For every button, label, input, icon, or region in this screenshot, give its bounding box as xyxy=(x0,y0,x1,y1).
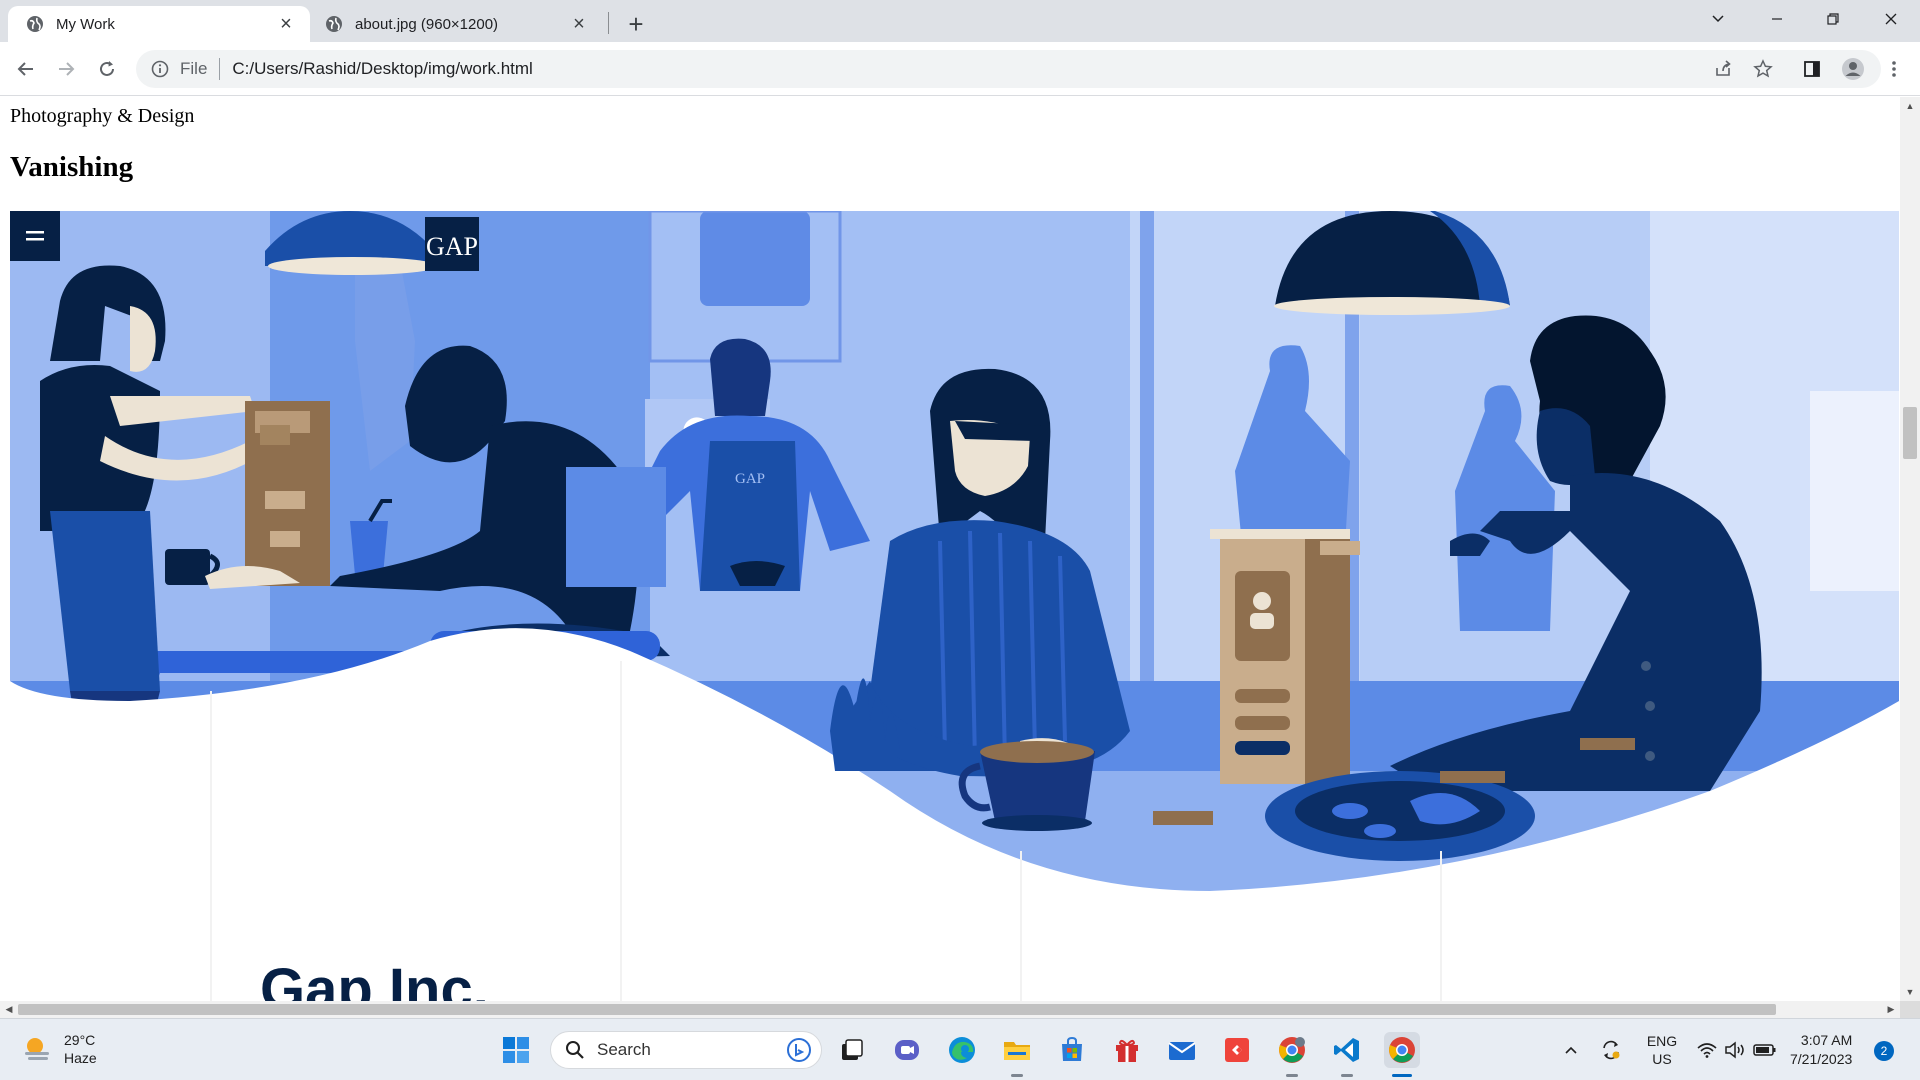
tab-search-chevron-icon[interactable] xyxy=(1697,0,1739,38)
apron-logo-text: GAP xyxy=(735,471,765,487)
vscode-icon[interactable] xyxy=(1329,1032,1365,1068)
weather-condition: Haze xyxy=(64,1050,97,1066)
close-tab-icon[interactable]: × xyxy=(276,13,296,35)
haze-sun-icon xyxy=(25,1038,49,1060)
reload-icon[interactable] xyxy=(91,53,123,85)
language-indicator[interactable]: ENG US xyxy=(1640,1019,1684,1080)
taskbar-search-box[interactable]: Search xyxy=(550,1031,822,1069)
teams-chat-icon[interactable] xyxy=(889,1032,925,1068)
bookmark-star-icon[interactable] xyxy=(1749,55,1777,83)
hero-illustration: GAP GAP Gap Inc. xyxy=(10,211,1899,1001)
anydesk-icon[interactable] xyxy=(1219,1032,1255,1068)
vertical-scrollbar[interactable]: ▲ ▼ xyxy=(1900,97,1920,1001)
menu-kebab-icon[interactable] xyxy=(1880,55,1908,83)
wifi-icon[interactable] xyxy=(1694,1019,1720,1080)
side-panel-icon[interactable] xyxy=(1798,55,1826,83)
share-icon[interactable] xyxy=(1709,55,1737,83)
hero-caption: Gap Inc. xyxy=(260,957,489,1001)
page-viewport: Photography & Design Vanishing GAP GAP G… xyxy=(0,97,1900,1001)
search-icon xyxy=(566,1041,584,1059)
gap-logo-text: GAP xyxy=(426,232,478,261)
close-tab-icon[interactable]: × xyxy=(569,13,589,35)
horizontal-scrollbar[interactable]: ◀ ▶ xyxy=(0,1001,1900,1018)
hero-menu-button xyxy=(10,211,60,261)
bing-icon[interactable] xyxy=(787,1038,811,1062)
running-indicator xyxy=(1286,1074,1298,1077)
scroll-down-arrow-icon[interactable]: ▼ xyxy=(1900,983,1920,1001)
tab-strip: My Work × about.jpg (960×1200) × + xyxy=(0,0,1920,42)
mail-icon[interactable] xyxy=(1164,1032,1200,1068)
tray-overflow-chevron-icon[interactable] xyxy=(1558,1019,1584,1080)
edge-browser-icon[interactable] xyxy=(944,1032,980,1068)
info-icon[interactable] xyxy=(150,59,170,79)
weather-temperature: 29°C xyxy=(64,1032,96,1048)
scroll-up-arrow-icon[interactable]: ▲ xyxy=(1900,97,1920,115)
url-text[interactable]: C:/Users/Rashid/Desktop/img/work.html xyxy=(232,59,532,79)
scroll-right-arrow-icon[interactable]: ▶ xyxy=(1882,1001,1900,1018)
gift-app-icon[interactable] xyxy=(1109,1032,1145,1068)
volume-icon[interactable] xyxy=(1722,1019,1748,1080)
browser-toolbar: File C:/Users/Rashid/Desktop/img/work.ht… xyxy=(0,42,1920,96)
system-clock[interactable]: 3:07 AM 7/21/2023 xyxy=(1790,1031,1852,1069)
scheme-label: File xyxy=(180,59,208,78)
horizontal-scroll-thumb[interactable] xyxy=(18,1004,1776,1015)
page-subtitle: Photography & Design xyxy=(10,105,195,127)
windows-start-icon[interactable] xyxy=(498,1032,534,1068)
running-indicator xyxy=(1341,1074,1353,1077)
sync-icon[interactable] xyxy=(1596,1019,1626,1080)
microsoft-store-icon[interactable] xyxy=(1054,1032,1090,1068)
active-indicator xyxy=(1392,1074,1412,1077)
clock-date: 7/21/2023 xyxy=(1790,1051,1853,1067)
tab-title: My Work xyxy=(56,15,115,33)
vertical-scroll-thumb[interactable] xyxy=(1903,407,1917,459)
address-divider xyxy=(219,58,221,80)
chrome-icon[interactable] xyxy=(1384,1032,1420,1068)
windows-taskbar: 29°C Haze Search ENG US 3:07 AM 7/21/202… xyxy=(0,1018,1920,1080)
person-icon xyxy=(1253,592,1271,610)
back-arrow-icon[interactable] xyxy=(10,53,42,85)
tab-about-jpg[interactable]: about.jpg (960×1200) × xyxy=(313,6,603,42)
battery-icon[interactable] xyxy=(1752,1019,1778,1080)
clock-time: 3:07 AM xyxy=(1800,1032,1853,1048)
tab-divider xyxy=(608,12,609,34)
scroll-left-arrow-icon[interactable]: ◀ xyxy=(0,1001,18,1018)
tab-my-work[interactable]: My Work × xyxy=(8,6,310,42)
language-code: ENG xyxy=(1646,1033,1678,1049)
forward-arrow-icon[interactable] xyxy=(50,53,82,85)
weather-widget[interactable]: 29°C Haze xyxy=(22,1031,97,1067)
restore-icon[interactable] xyxy=(1812,0,1854,38)
notification-badge[interactable]: 2 xyxy=(1874,1041,1894,1061)
profile-avatar-icon[interactable] xyxy=(1839,55,1867,83)
search-placeholder: Search xyxy=(597,1040,651,1059)
running-indicator xyxy=(1011,1074,1023,1077)
globe-icon xyxy=(326,16,342,32)
chrome-profile-icon[interactable] xyxy=(1274,1032,1310,1068)
minimize-icon[interactable] xyxy=(1756,0,1798,38)
file-explorer-icon[interactable] xyxy=(999,1032,1035,1068)
close-window-icon[interactable] xyxy=(1870,0,1912,38)
page-heading: Vanishing xyxy=(10,151,134,183)
scrollbar-corner xyxy=(1900,1001,1920,1018)
tab-title: about.jpg (960×1200) xyxy=(355,15,499,33)
globe-icon xyxy=(27,16,43,32)
new-tab-button[interactable]: + xyxy=(620,8,652,40)
address-bar[interactable]: File C:/Users/Rashid/Desktop/img/work.ht… xyxy=(136,50,1881,88)
language-region: US xyxy=(1652,1051,1672,1067)
task-view-icon[interactable] xyxy=(834,1032,870,1068)
